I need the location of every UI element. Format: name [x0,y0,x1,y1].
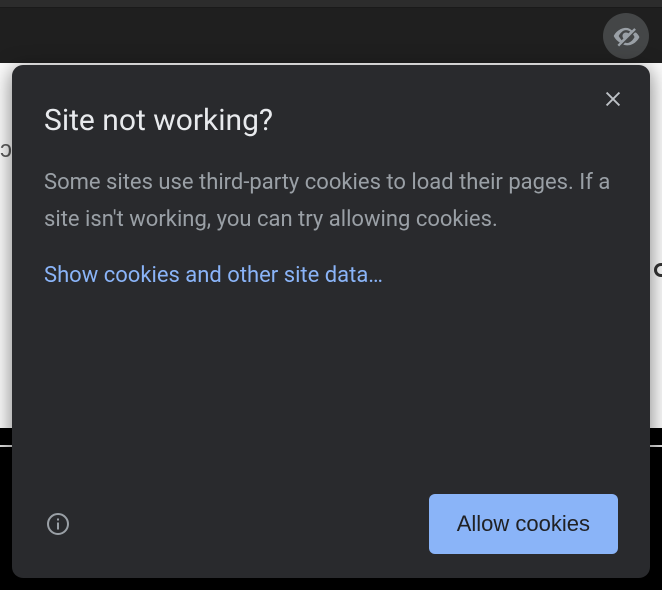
cookie-blocking-icon-button[interactable] [603,13,649,59]
info-button[interactable] [44,510,72,538]
popover-description: Some sites use third-party cookies to lo… [44,164,618,239]
popover-header: Site not working? [44,93,618,138]
cookie-popover: Site not working? Some sites use third-p… [12,65,650,578]
allow-cookies-button[interactable]: Allow cookies [429,494,618,554]
close-icon [602,88,624,110]
page-text-fragment: ɔ [0,135,12,164]
close-button[interactable] [600,86,626,116]
eye-off-icon [612,22,640,50]
page-fragment [654,263,662,277]
browser-toolbar [0,8,662,63]
popover-title: Site not working? [44,103,273,138]
show-cookies-link[interactable]: Show cookies and other site data… [44,263,618,288]
window-topbar [0,0,662,8]
popover-footer: Allow cookies [44,494,618,554]
info-icon [46,512,70,536]
